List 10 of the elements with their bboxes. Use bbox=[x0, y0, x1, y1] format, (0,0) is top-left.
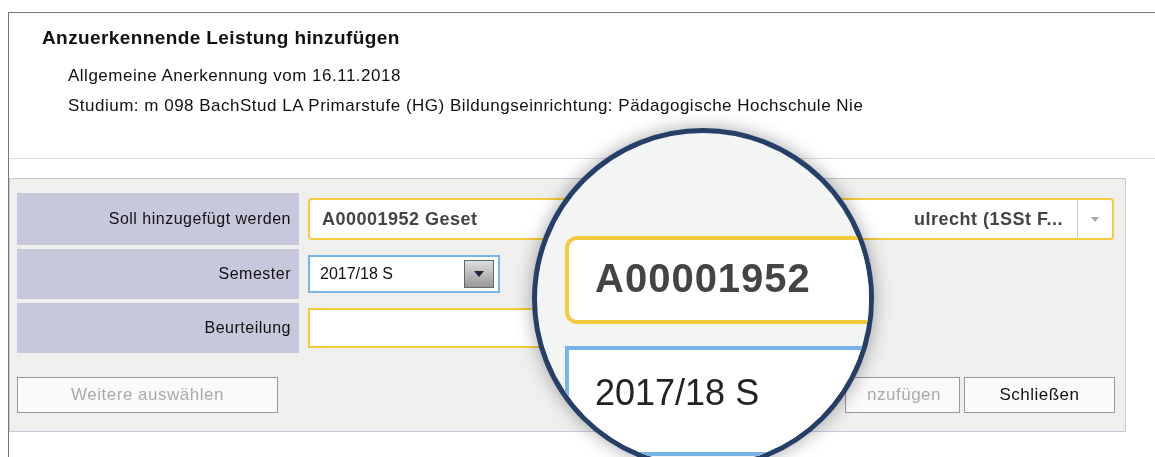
dialog-title: Anzuerkennende Leistung hinzufügen bbox=[42, 27, 401, 49]
semester-select[interactable]: 2017/18 S bbox=[308, 255, 500, 293]
info-text: Studium: m 098 BachStud LA Primarstufe (HG) Bildungseinrichtung: Pädagogische Hochschule Nie bbox=[68, 95, 865, 117]
field-label: Beurteilung bbox=[17, 303, 299, 353]
field-label: Semester bbox=[17, 249, 299, 299]
info-text: Allgemeine Anerkennung vom 16.11.2018 bbox=[68, 65, 402, 87]
caret-icon bbox=[473, 270, 485, 278]
caret-icon bbox=[1090, 215, 1100, 223]
field-label: Soll hinzugefügt werden bbox=[17, 193, 299, 245]
close-button[interactable]: Schließen bbox=[964, 377, 1115, 413]
